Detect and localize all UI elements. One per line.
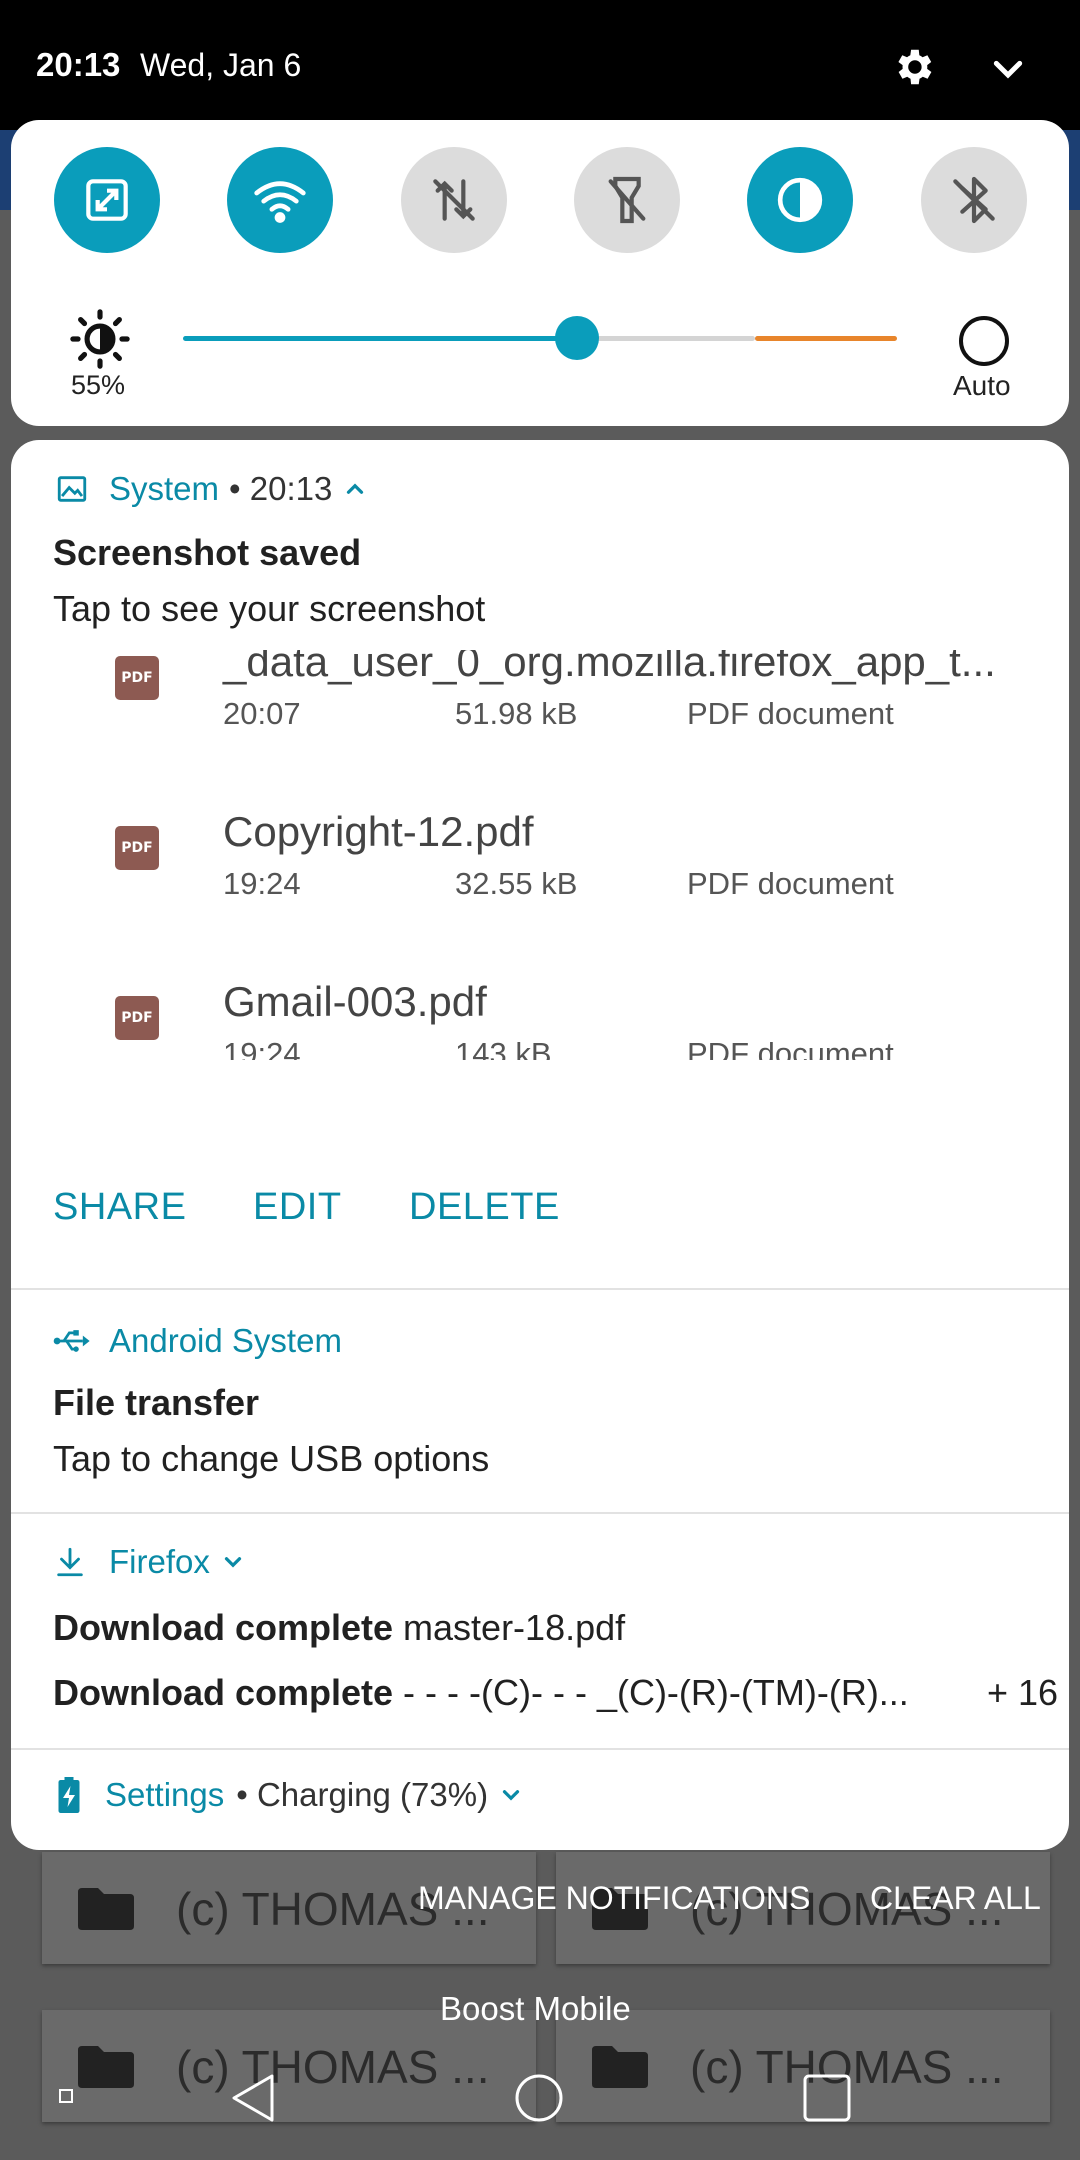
flashlight-off-icon — [608, 176, 646, 224]
home-icon[interactable] — [515, 2074, 563, 2122]
file-time: 20:07 — [223, 696, 301, 731]
file-type: PDF document — [687, 1036, 894, 1060]
file-row: PDF Gmail-003.pdf 19:24 143 kB PDF docum… — [11, 950, 1069, 1060]
pdf-file-icon: PDF — [115, 826, 159, 870]
status-bar: 20:13 Wed, Jan 6 — [0, 0, 1080, 130]
share-button[interactable]: SHARE — [53, 1186, 186, 1229]
clear-all-button[interactable]: CLEAR ALL — [870, 1880, 1041, 1917]
notification-title: Screenshot saved — [53, 532, 362, 573]
divider — [11, 1288, 1069, 1290]
date: Wed, Jan 6 — [140, 47, 302, 83]
file-row: PDF Copyright-12.pdf 19:24 32.55 kB PDF … — [11, 780, 1069, 901]
chevron-down-icon[interactable] — [988, 50, 1028, 90]
file-type: PDF document — [687, 696, 894, 731]
more-count-badge: + 16 — [987, 1672, 1059, 1713]
divider — [11, 1512, 1069, 1514]
invert-colors-tile[interactable] — [747, 147, 853, 253]
bluetooth-off-icon — [953, 176, 995, 224]
gear-icon[interactable] — [890, 44, 936, 90]
back-icon[interactable] — [232, 2074, 274, 2122]
charging-notification[interactable]: Settings • Charging (73%) — [57, 1776, 524, 1814]
download-file: - - - -(C)- - - _(C)-(R)-(TM)-(R)... — [393, 1672, 909, 1713]
chevron-up-icon[interactable] — [342, 476, 368, 502]
download-icon — [57, 1547, 83, 1577]
quick-settings-panel: 55% Auto — [11, 120, 1069, 426]
navigation-bar — [59, 2074, 851, 2122]
file-time: 19:24 — [223, 866, 301, 901]
expand-screen-icon — [86, 179, 128, 221]
notification-text: Tap to change USB options — [53, 1438, 490, 1479]
file-name: Copyright-12.pdf — [223, 808, 534, 855]
app-name: Firefox — [109, 1543, 210, 1580]
carrier-label: Boost Mobile — [440, 1990, 631, 2027]
file-name: _data_user_0_org.mozilla.firefox_app_t..… — [223, 650, 996, 685]
manage-notifications-button[interactable]: MANAGE NOTIFICATIONS — [418, 1880, 810, 1917]
recents-icon[interactable] — [803, 2074, 851, 2122]
wifi-tile[interactable] — [227, 147, 333, 253]
mobile-data-tile[interactable] — [401, 147, 507, 253]
battery-charging-icon — [58, 1777, 80, 1813]
notifications-panel: System • 20:13 Screenshot saved Tap to s… — [11, 440, 1069, 1850]
auto-brightness-toggle[interactable] — [959, 316, 1009, 366]
file-name: Gmail-003.pdf — [223, 978, 487, 1025]
brightness-slider-thumb[interactable] — [555, 316, 599, 360]
download-status: Download complete — [53, 1607, 394, 1648]
screenshot-preview[interactable]: PDF _data_user_0_org.mozilla.firefox_app… — [11, 650, 1069, 1060]
download-line: Download complete - - - -(C)- - - _(C)-(… — [53, 1672, 909, 1714]
file-size: 51.98 kB — [455, 696, 578, 731]
folder-icon — [78, 1888, 134, 1930]
delete-button[interactable]: DELETE — [409, 1186, 560, 1229]
auto-brightness-label: Auto — [953, 370, 1011, 401]
edit-button[interactable]: EDIT — [253, 1186, 342, 1229]
chevron-down-icon[interactable] — [220, 1549, 246, 1575]
bluetooth-tile[interactable] — [921, 147, 1027, 253]
notification-text: Tap to see your screenshot — [53, 588, 486, 629]
chevron-down-icon[interactable] — [498, 1782, 524, 1808]
brightness-percentage: 55% — [71, 370, 126, 400]
image-icon — [57, 476, 87, 502]
brightness-slider-track[interactable] — [577, 336, 755, 341]
brightness-icon — [70, 309, 130, 369]
data-off-icon — [433, 179, 475, 221]
app-name: System — [109, 470, 220, 507]
download-status: Download complete — [53, 1672, 394, 1713]
file-row: PDF _data_user_0_org.mozilla.firefox_app… — [11, 650, 1069, 731]
flashlight-tile[interactable] — [574, 147, 680, 253]
divider — [11, 1748, 1069, 1750]
notification-header: System • 20:13 — [55, 470, 368, 508]
notification-header: Android System — [53, 1322, 342, 1360]
usb-icon — [53, 1330, 90, 1352]
file-time: 19:24 — [223, 1036, 301, 1060]
file-type: PDF document — [687, 866, 894, 901]
pdf-file-icon: PDF — [115, 996, 159, 1040]
clock: 20:13 — [36, 46, 121, 83]
notification-title: File transfer — [53, 1382, 260, 1423]
brightness-slider-fill — [183, 336, 577, 341]
wifi-icon — [254, 181, 306, 223]
notification-time: • 20:13 — [229, 470, 333, 507]
file-size: 143 kB — [455, 1036, 552, 1060]
pdf-file-icon: PDF — [115, 656, 159, 700]
notification-header: Firefox — [53, 1543, 246, 1581]
file-size: 32.55 kB — [455, 866, 578, 901]
notification-text: • Charging (73%) — [236, 1776, 489, 1813]
contrast-icon — [777, 177, 823, 223]
app-name: Android System — [109, 1322, 342, 1359]
app-name: Settings — [105, 1776, 225, 1813]
overview-dot-icon — [59, 2089, 73, 2103]
download-file: master-18.pdf — [393, 1607, 626, 1648]
download-line: Download complete master-18.pdf — [53, 1607, 625, 1649]
expand-screen-tile[interactable] — [54, 147, 160, 253]
brightness-slider-warning-range — [755, 336, 897, 341]
